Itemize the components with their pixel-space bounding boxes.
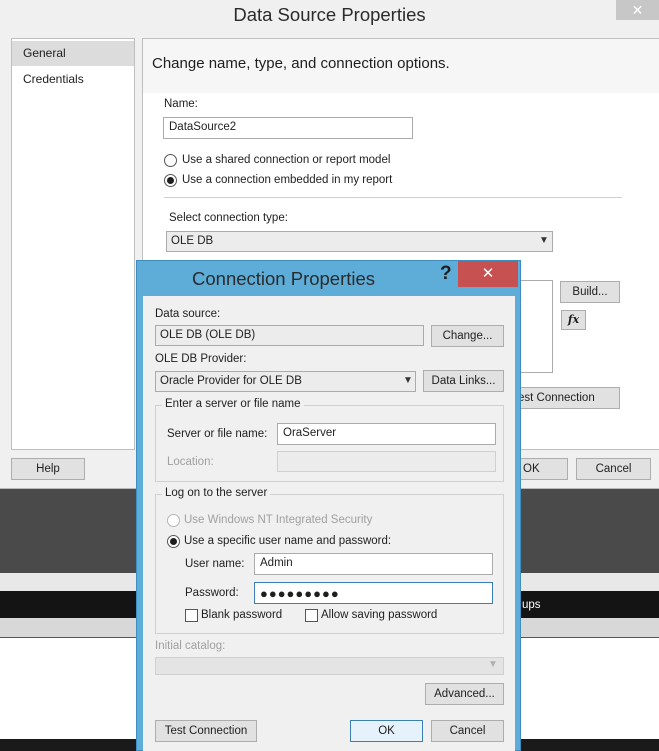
logon-group-label: Log on to the server — [162, 487, 271, 499]
data-source-field: OLE DB (OLE DB) — [155, 325, 424, 346]
user-name-label: User name: — [185, 558, 245, 570]
data-links-button[interactable]: Data Links... — [423, 370, 504, 392]
provider-select[interactable]: Oracle Provider for OLE DB — [155, 371, 416, 392]
cancel-button[interactable]: Cancel — [576, 458, 651, 480]
server-label: Server or file name: — [167, 428, 268, 440]
advanced-button[interactable]: Advanced... — [425, 683, 504, 705]
provider-label: OLE DB Provider: — [155, 353, 247, 365]
chevron-down-icon[interactable]: ▼ — [403, 375, 413, 386]
allow-saving-password-checkbox[interactable] — [305, 609, 318, 622]
connection-dialog-title: Connection Properties — [192, 268, 376, 289]
build-button[interactable]: Build... — [560, 281, 620, 303]
shared-connection-radio[interactable] — [164, 154, 177, 167]
nt-security-label: Use Windows NT Integrated Security — [184, 514, 373, 526]
change-button[interactable]: Change... — [431, 325, 504, 347]
cancel-button[interactable]: Cancel — [431, 720, 504, 742]
location-input — [277, 451, 496, 472]
allow-saving-password-label[interactable]: Allow saving password — [321, 609, 437, 621]
specific-user-radio[interactable] — [167, 535, 180, 548]
close-icon[interactable]: ✕ — [458, 261, 518, 287]
chevron-down-icon[interactable]: ▼ — [539, 235, 549, 246]
nav-item-general[interactable]: General — [12, 41, 134, 66]
close-icon[interactable]: ✕ — [616, 0, 659, 20]
groups-label-fragment: ups — [522, 599, 541, 611]
provider-value: Oracle Provider for OLE DB — [160, 375, 302, 387]
name-label: Name: — [164, 98, 198, 110]
page-heading: Change name, type, and connection option… — [152, 55, 450, 72]
embedded-connection-label[interactable]: Use a connection embedded in my report — [182, 174, 392, 186]
ok-button[interactable]: OK — [350, 720, 423, 742]
test-connection-button[interactable]: Test Connection — [155, 720, 257, 742]
initial-catalog-select — [155, 657, 504, 675]
name-input[interactable]: DataSource2 — [163, 117, 413, 139]
password-input[interactable]: ●●●●●●●●● — [254, 582, 493, 604]
user-name-input[interactable]: Admin — [254, 553, 493, 575]
expression-fx-icon[interactable]: fx — [561, 310, 586, 330]
password-label: Password: — [185, 587, 239, 599]
dialog-nav: General Credentials — [11, 38, 135, 450]
shared-connection-label[interactable]: Use a shared connection or report model — [182, 154, 390, 166]
connection-type-label: Select connection type: — [169, 212, 288, 224]
dialog-title: Data Source Properties — [233, 4, 426, 25]
server-group-label: Enter a server or file name — [162, 398, 304, 410]
specific-user-label[interactable]: Use a specific user name and password: — [184, 535, 391, 547]
chevron-down-icon: ▼ — [488, 659, 498, 670]
initial-catalog-label: Initial catalog: — [155, 640, 226, 652]
location-label: Location: — [167, 456, 214, 468]
help-button[interactable]: Help — [11, 458, 85, 480]
test-connection-button[interactable]: est Connection — [505, 387, 620, 409]
connection-type-value: OLE DB — [171, 235, 214, 247]
blank-password-checkbox[interactable] — [185, 609, 198, 622]
data-source-label: Data source: — [155, 308, 221, 320]
divider — [164, 197, 622, 198]
embedded-connection-radio[interactable] — [164, 174, 177, 187]
help-icon[interactable]: ? — [440, 263, 452, 285]
connection-type-select[interactable]: OLE DB — [166, 231, 553, 252]
nt-security-radio — [167, 514, 180, 527]
blank-password-label[interactable]: Blank password — [201, 609, 282, 621]
nav-item-credentials[interactable]: Credentials — [12, 67, 134, 92]
server-input[interactable]: OraServer — [277, 423, 496, 445]
